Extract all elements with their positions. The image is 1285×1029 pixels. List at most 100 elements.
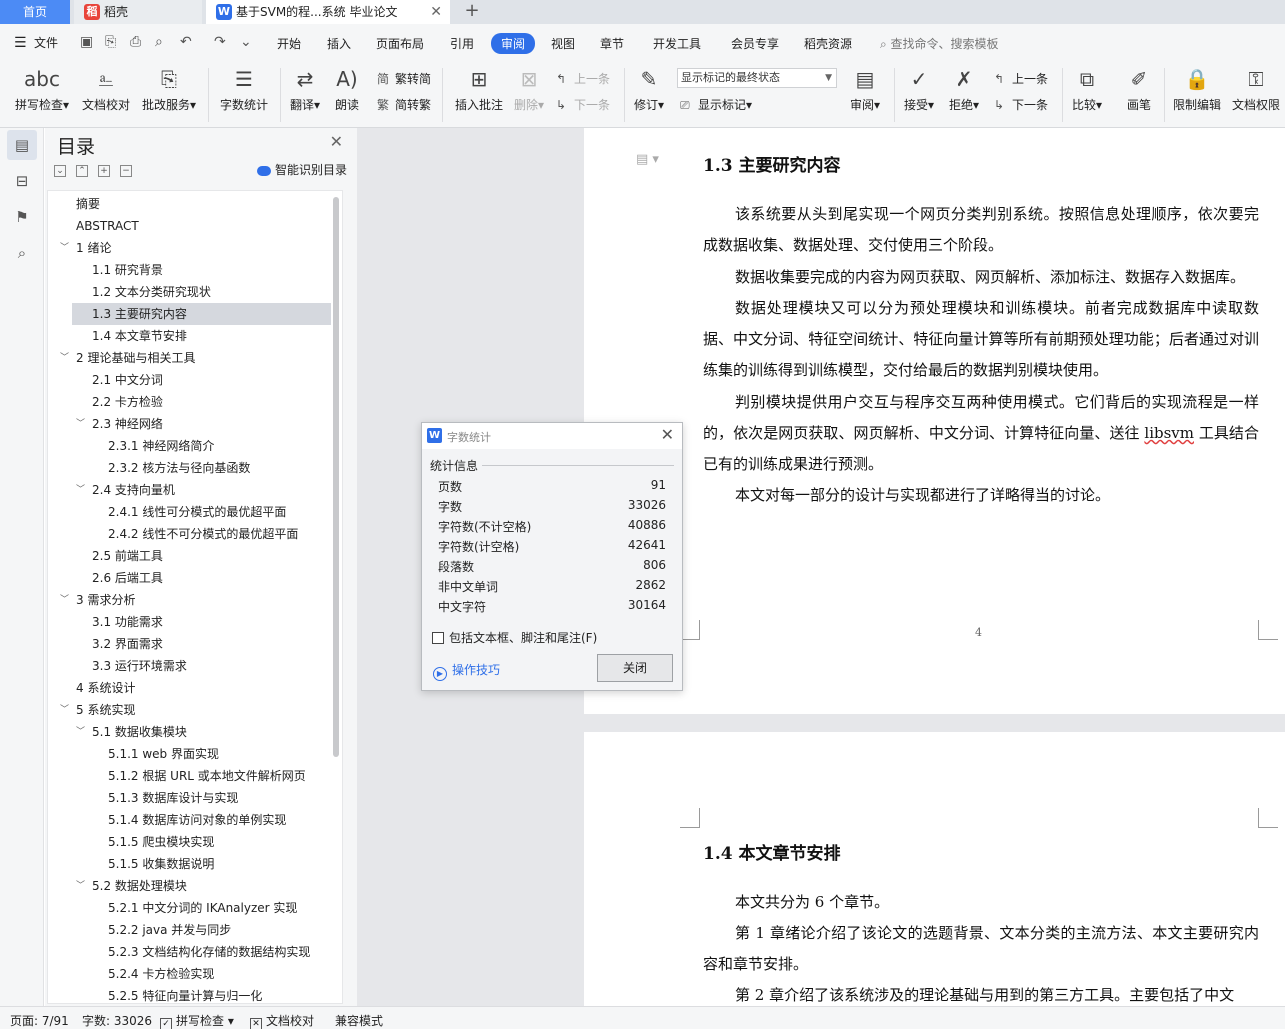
show-markup-button[interactable]: ⎚ 显示标记▾ bbox=[680, 96, 752, 113]
toc-item[interactable]: 5.2.3 文档结构化存储的数据结构实现 bbox=[48, 941, 331, 963]
chevron-down-icon[interactable]: ﹀ bbox=[76, 479, 85, 501]
pen-button[interactable]: ✐ 画笔 bbox=[1120, 66, 1158, 113]
toc-item[interactable]: ﹀ 3 需求分析 bbox=[48, 589, 331, 611]
toc-item[interactable]: ﹀ 2.4 支持向量机 bbox=[48, 479, 331, 501]
add-tab-button[interactable]: + bbox=[460, 0, 484, 24]
checkbox-box[interactable] bbox=[432, 632, 444, 644]
chevron-down-icon[interactable]: ﹀ bbox=[60, 699, 69, 721]
menu-reference[interactable]: 引用 bbox=[450, 35, 474, 52]
smart-toc-button[interactable]: 智能识别目录 bbox=[256, 161, 347, 178]
toc-item[interactable]: 5.1.2 根据 URL 或本地文件解析网页 bbox=[48, 765, 331, 787]
paragraph-menu-icon[interactable]: ▤ ▾ bbox=[636, 152, 659, 167]
revise-button[interactable]: ✎ 修订▾ bbox=[630, 66, 668, 113]
toc-item[interactable]: ﹀ 5.1 数据收集模块 bbox=[48, 721, 331, 743]
trad-to-simp-button[interactable]: 简繁转简 bbox=[377, 70, 431, 87]
save-icon[interactable]: ▣ bbox=[80, 34, 93, 50]
review-pane-button[interactable]: ▤ 审阅▾ bbox=[846, 66, 884, 113]
menu-daoke-resources[interactable]: 稻壳资源 bbox=[804, 35, 852, 52]
chevron-down-icon[interactable]: ﹀ bbox=[60, 237, 69, 259]
menu-start[interactable]: 开始 bbox=[277, 35, 301, 52]
search-icon[interactable]: ⌕ bbox=[7, 238, 37, 268]
spell-check-button[interactable]: abc 拼写检查▾ bbox=[12, 66, 72, 113]
expand-up-icon[interactable]: ⌃ bbox=[76, 165, 88, 177]
compare-button[interactable]: ⧉ 比较▾ bbox=[1068, 66, 1106, 113]
chevron-down-icon[interactable]: ﹀ bbox=[76, 721, 85, 743]
toc-item[interactable]: 3.2 界面需求 bbox=[48, 633, 331, 655]
dialog-titlebar[interactable]: W 字数统计 ✕ bbox=[422, 423, 682, 449]
toc-scrollbar[interactable] bbox=[333, 197, 339, 757]
toc-item[interactable]: 5.1.4 数据库访问对象的单例实现 bbox=[48, 809, 331, 831]
chevron-down-icon[interactable]: ﹀ bbox=[60, 347, 69, 369]
file-menu[interactable]: ☰ 文件 bbox=[14, 34, 58, 51]
doc-permission-button[interactable]: ⚿ 文档权限 bbox=[1229, 66, 1283, 113]
toc-item[interactable]: 1.4 本文章节安排 bbox=[48, 325, 331, 347]
export-icon[interactable]: ⎘ bbox=[105, 34, 116, 50]
toc-item[interactable]: ﹀ 1 绪论 bbox=[48, 237, 331, 259]
redo-icon[interactable]: ↷ bbox=[214, 34, 226, 50]
close-dialog-icon[interactable]: ✕ bbox=[661, 425, 674, 444]
page-indicator[interactable]: 页面: 7/91 bbox=[10, 1012, 69, 1029]
tab-document[interactable]: W 基于SVM的程...系统 毕业论文 ✕ bbox=[206, 0, 450, 24]
spell-check-status[interactable]: ✓ 拼写检查 ▾ bbox=[160, 1012, 234, 1029]
toc-item[interactable]: 1.3 主要研究内容 bbox=[72, 303, 331, 325]
read-aloud-button[interactable]: A) 朗读 bbox=[330, 66, 364, 113]
toc-item[interactable]: 2.3.1 神经网络简介 bbox=[48, 435, 331, 457]
close-toc-icon[interactable]: ✕ bbox=[330, 132, 343, 151]
toc-item[interactable]: 2.4.2 线性不可分模式的最优超平面 bbox=[48, 523, 331, 545]
navigation-pane-icon[interactable]: ⊟ bbox=[7, 166, 37, 196]
menu-view[interactable]: 视图 bbox=[551, 35, 575, 52]
toc-item[interactable]: 5.2.1 中文分词的 IKAnalyzer 实现 bbox=[48, 897, 331, 919]
toc-item[interactable]: 2.6 后端工具 bbox=[48, 567, 331, 589]
add-heading-icon[interactable]: + bbox=[98, 165, 110, 177]
print-preview-icon[interactable]: ⌕ bbox=[155, 34, 163, 50]
toc-item[interactable]: 2.4.1 线性可分模式的最优超平面 bbox=[48, 501, 331, 523]
menu-developer[interactable]: 开发工具 bbox=[653, 35, 701, 52]
toc-item[interactable]: 2.2 卡方检验 bbox=[48, 391, 331, 413]
toc-item[interactable]: ABSTRACT bbox=[48, 215, 331, 237]
chevron-down-icon[interactable]: ﹀ bbox=[76, 413, 85, 435]
reject-button[interactable]: ✗ 拒绝▾ bbox=[945, 66, 983, 113]
next-comment-button[interactable]: ↳ 下一条 bbox=[556, 96, 610, 113]
toc-item[interactable]: ﹀ 2.3 神经网络 bbox=[48, 413, 331, 435]
toc-item[interactable]: 3.3 运行环境需求 bbox=[48, 655, 331, 677]
toc-item[interactable]: 5.2.2 java 并发与同步 bbox=[48, 919, 331, 941]
prev-comment-button[interactable]: ↰ 上一条 bbox=[556, 70, 610, 87]
batch-service-button[interactable]: ⎘ 批改服务▾ bbox=[140, 66, 198, 113]
toc-item[interactable]: 3.1 功能需求 bbox=[48, 611, 331, 633]
toc-item[interactable]: 5.1.3 数据库设计与实现 bbox=[48, 787, 331, 809]
accept-button[interactable]: ✓ 接受▾ bbox=[900, 66, 938, 113]
word-count-button[interactable]: ☰ 字数统计 bbox=[218, 66, 270, 113]
tab-home[interactable]: 首页 bbox=[0, 0, 70, 24]
toc-item[interactable]: 5.1.1 web 界面实现 bbox=[48, 743, 331, 765]
close-tab-icon[interactable]: ✕ bbox=[430, 0, 442, 24]
toc-item[interactable]: 2.1 中文分词 bbox=[48, 369, 331, 391]
toc-item[interactable]: 摘要 bbox=[48, 193, 331, 215]
menu-chapter[interactable]: 章节 bbox=[600, 35, 624, 52]
translate-button[interactable]: ⇄ 翻译▾ bbox=[286, 66, 324, 113]
spelling-flag[interactable]: libsvm bbox=[1144, 424, 1194, 442]
more-chevron-icon[interactable]: ⌄ bbox=[240, 34, 252, 50]
delete-comment-button[interactable]: ⊠ 删除▾ bbox=[510, 66, 548, 113]
toc-item[interactable]: 4 系统设计 bbox=[48, 677, 331, 699]
operation-tips-link[interactable]: ▶ 操作技巧 bbox=[433, 661, 500, 681]
toc-item[interactable]: 1.2 文本分类研究现状 bbox=[48, 281, 331, 303]
next-change-button[interactable]: ↳ 下一条 bbox=[994, 96, 1048, 113]
bookmark-icon[interactable]: ⚑ bbox=[7, 202, 37, 232]
include-textbox-footnote-checkbox[interactable]: 包括文本框、脚注和尾注(F) bbox=[432, 629, 597, 646]
toc-item[interactable]: ﹀ 5.2 数据处理模块 bbox=[48, 875, 331, 897]
toc-item[interactable]: 5.2.5 特征向量计算与归一化 bbox=[48, 985, 331, 1003]
toc-item[interactable]: 1.1 研究背景 bbox=[48, 259, 331, 281]
remove-heading-icon[interactable]: − bbox=[120, 165, 132, 177]
chevron-down-icon[interactable]: ﹀ bbox=[76, 875, 85, 897]
insert-comment-button[interactable]: ⊞ 插入批注 bbox=[452, 66, 506, 113]
prev-change-button[interactable]: ↰ 上一条 bbox=[994, 70, 1048, 87]
menu-review[interactable]: 审阅 bbox=[491, 33, 536, 54]
word-count-indicator[interactable]: 字数: 33026 bbox=[82, 1012, 152, 1029]
tab-daoke[interactable]: 稻 稻壳 bbox=[74, 0, 202, 24]
toc-panel-icon[interactable]: ▤ bbox=[7, 130, 37, 160]
menu-page-layout[interactable]: 页面布局 bbox=[376, 35, 424, 52]
toc-item[interactable]: ﹀ 2 理论基础与相关工具 bbox=[48, 347, 331, 369]
display-state-select[interactable]: 显示标记的最终状态 ▼ bbox=[677, 68, 837, 88]
collapse-all-icon[interactable]: ⌄ bbox=[54, 165, 66, 177]
command-search[interactable]: ⌕ 查找命令、搜索模板 bbox=[880, 35, 999, 52]
